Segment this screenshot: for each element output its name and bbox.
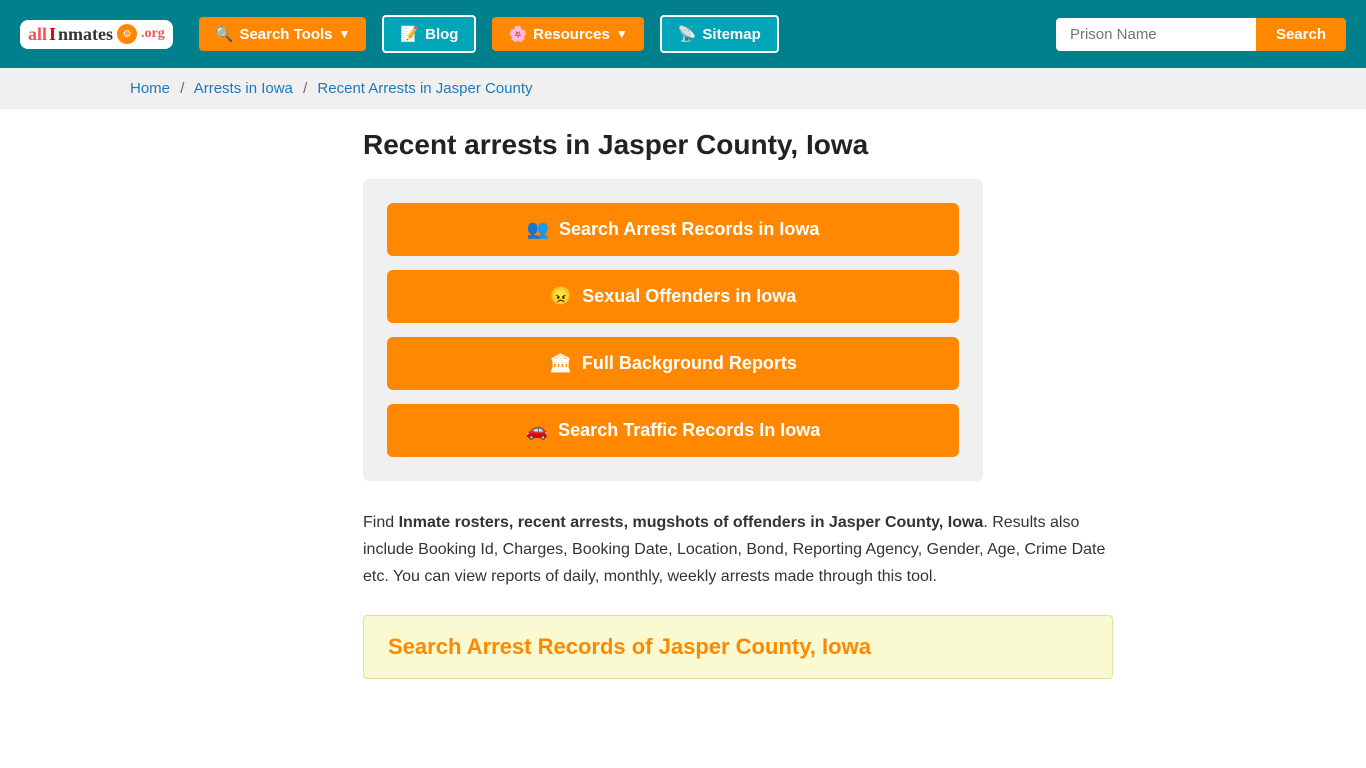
sitemap-icon: 📡 xyxy=(678,25,697,43)
search-arrest-button[interactable]: 👥 Search Arrest Records in Iowa xyxy=(387,203,959,256)
breadcrumb-sep-2: / xyxy=(303,80,307,97)
blog-icon: 📝 xyxy=(400,25,419,43)
sexual-offenders-button[interactable]: 😠 Sexual Offenders in Iowa xyxy=(387,270,959,323)
section-title-box: Search Arrest Records of Jasper County, … xyxy=(363,615,1113,679)
logo[interactable]: all I nmates ⚙ .org xyxy=(20,20,173,49)
sitemap-button[interactable]: 📡 Sitemap xyxy=(660,15,779,53)
search-arrest-label: Search Arrest Records in Iowa xyxy=(559,219,819,240)
traffic-records-icon: 🚗 xyxy=(526,420,548,441)
sexual-offenders-label: Sexual Offenders in Iowa xyxy=(582,286,796,307)
logo-all: all xyxy=(28,24,47,45)
header-search-label: Search xyxy=(1276,26,1326,43)
traffic-records-button[interactable]: 🚗 Search Traffic Records In Iowa xyxy=(387,404,959,457)
breadcrumb-arrests-iowa[interactable]: Arrests in Iowa xyxy=(194,80,293,97)
search-tools-label: Search Tools xyxy=(239,26,332,43)
blog-button[interactable]: 📝 Blog xyxy=(382,15,476,53)
search-tools-icon: 🔍 xyxy=(215,25,234,43)
resources-icon: 🌸 xyxy=(508,25,527,43)
resources-button[interactable]: 🌸 Resources ▼ xyxy=(492,17,643,51)
section-title: Search Arrest Records of Jasper County, … xyxy=(388,634,1088,660)
search-tools-chevron-icon: ▼ xyxy=(339,27,351,41)
header-search-group: Search xyxy=(1056,18,1346,51)
background-reports-button[interactable]: 🏛 Full Background Reports xyxy=(387,337,959,390)
background-reports-icon: 🏛 xyxy=(549,353,572,374)
logo-dot-icon: ⚙ xyxy=(117,24,137,44)
page-title: Recent arrests in Jasper County, Iowa xyxy=(363,129,1113,161)
description-prefix: Find xyxy=(363,514,399,531)
breadcrumb-current: Recent Arrests in Jasper County xyxy=(317,80,532,97)
prison-name-input[interactable] xyxy=(1056,18,1256,51)
breadcrumb: Home / Arrests in Iowa / Recent Arrests … xyxy=(0,68,1366,109)
main-content: Recent arrests in Jasper County, Iowa 👥 … xyxy=(233,109,1133,719)
description-text: Find Inmate rosters, recent arrests, mug… xyxy=(363,509,1113,591)
description-bold: Inmate rosters, recent arrests, mugshots… xyxy=(399,514,984,531)
breadcrumb-sep-1: / xyxy=(180,80,184,97)
resources-chevron-icon: ▼ xyxy=(616,27,628,41)
resources-label: Resources xyxy=(533,26,610,43)
traffic-records-label: Search Traffic Records In Iowa xyxy=(558,420,820,441)
header-search-button[interactable]: Search xyxy=(1256,18,1346,51)
action-buttons-box: 👥 Search Arrest Records in Iowa 😠 Sexual… xyxy=(363,179,983,481)
breadcrumb-home[interactable]: Home xyxy=(130,80,170,97)
search-tools-button[interactable]: 🔍 Search Tools ▼ xyxy=(199,17,367,51)
background-reports-label: Full Background Reports xyxy=(582,353,797,374)
sexual-offenders-icon: 😠 xyxy=(550,286,572,307)
logo-i: I xyxy=(49,24,56,45)
sitemap-label: Sitemap xyxy=(702,26,760,43)
blog-label: Blog xyxy=(425,26,458,43)
logo-inmates: nmates xyxy=(58,24,113,45)
logo-org: .org xyxy=(141,26,165,42)
search-arrest-icon: 👥 xyxy=(527,219,549,240)
site-header: all I nmates ⚙ .org 🔍 Search Tools ▼ 📝 B… xyxy=(0,0,1366,68)
